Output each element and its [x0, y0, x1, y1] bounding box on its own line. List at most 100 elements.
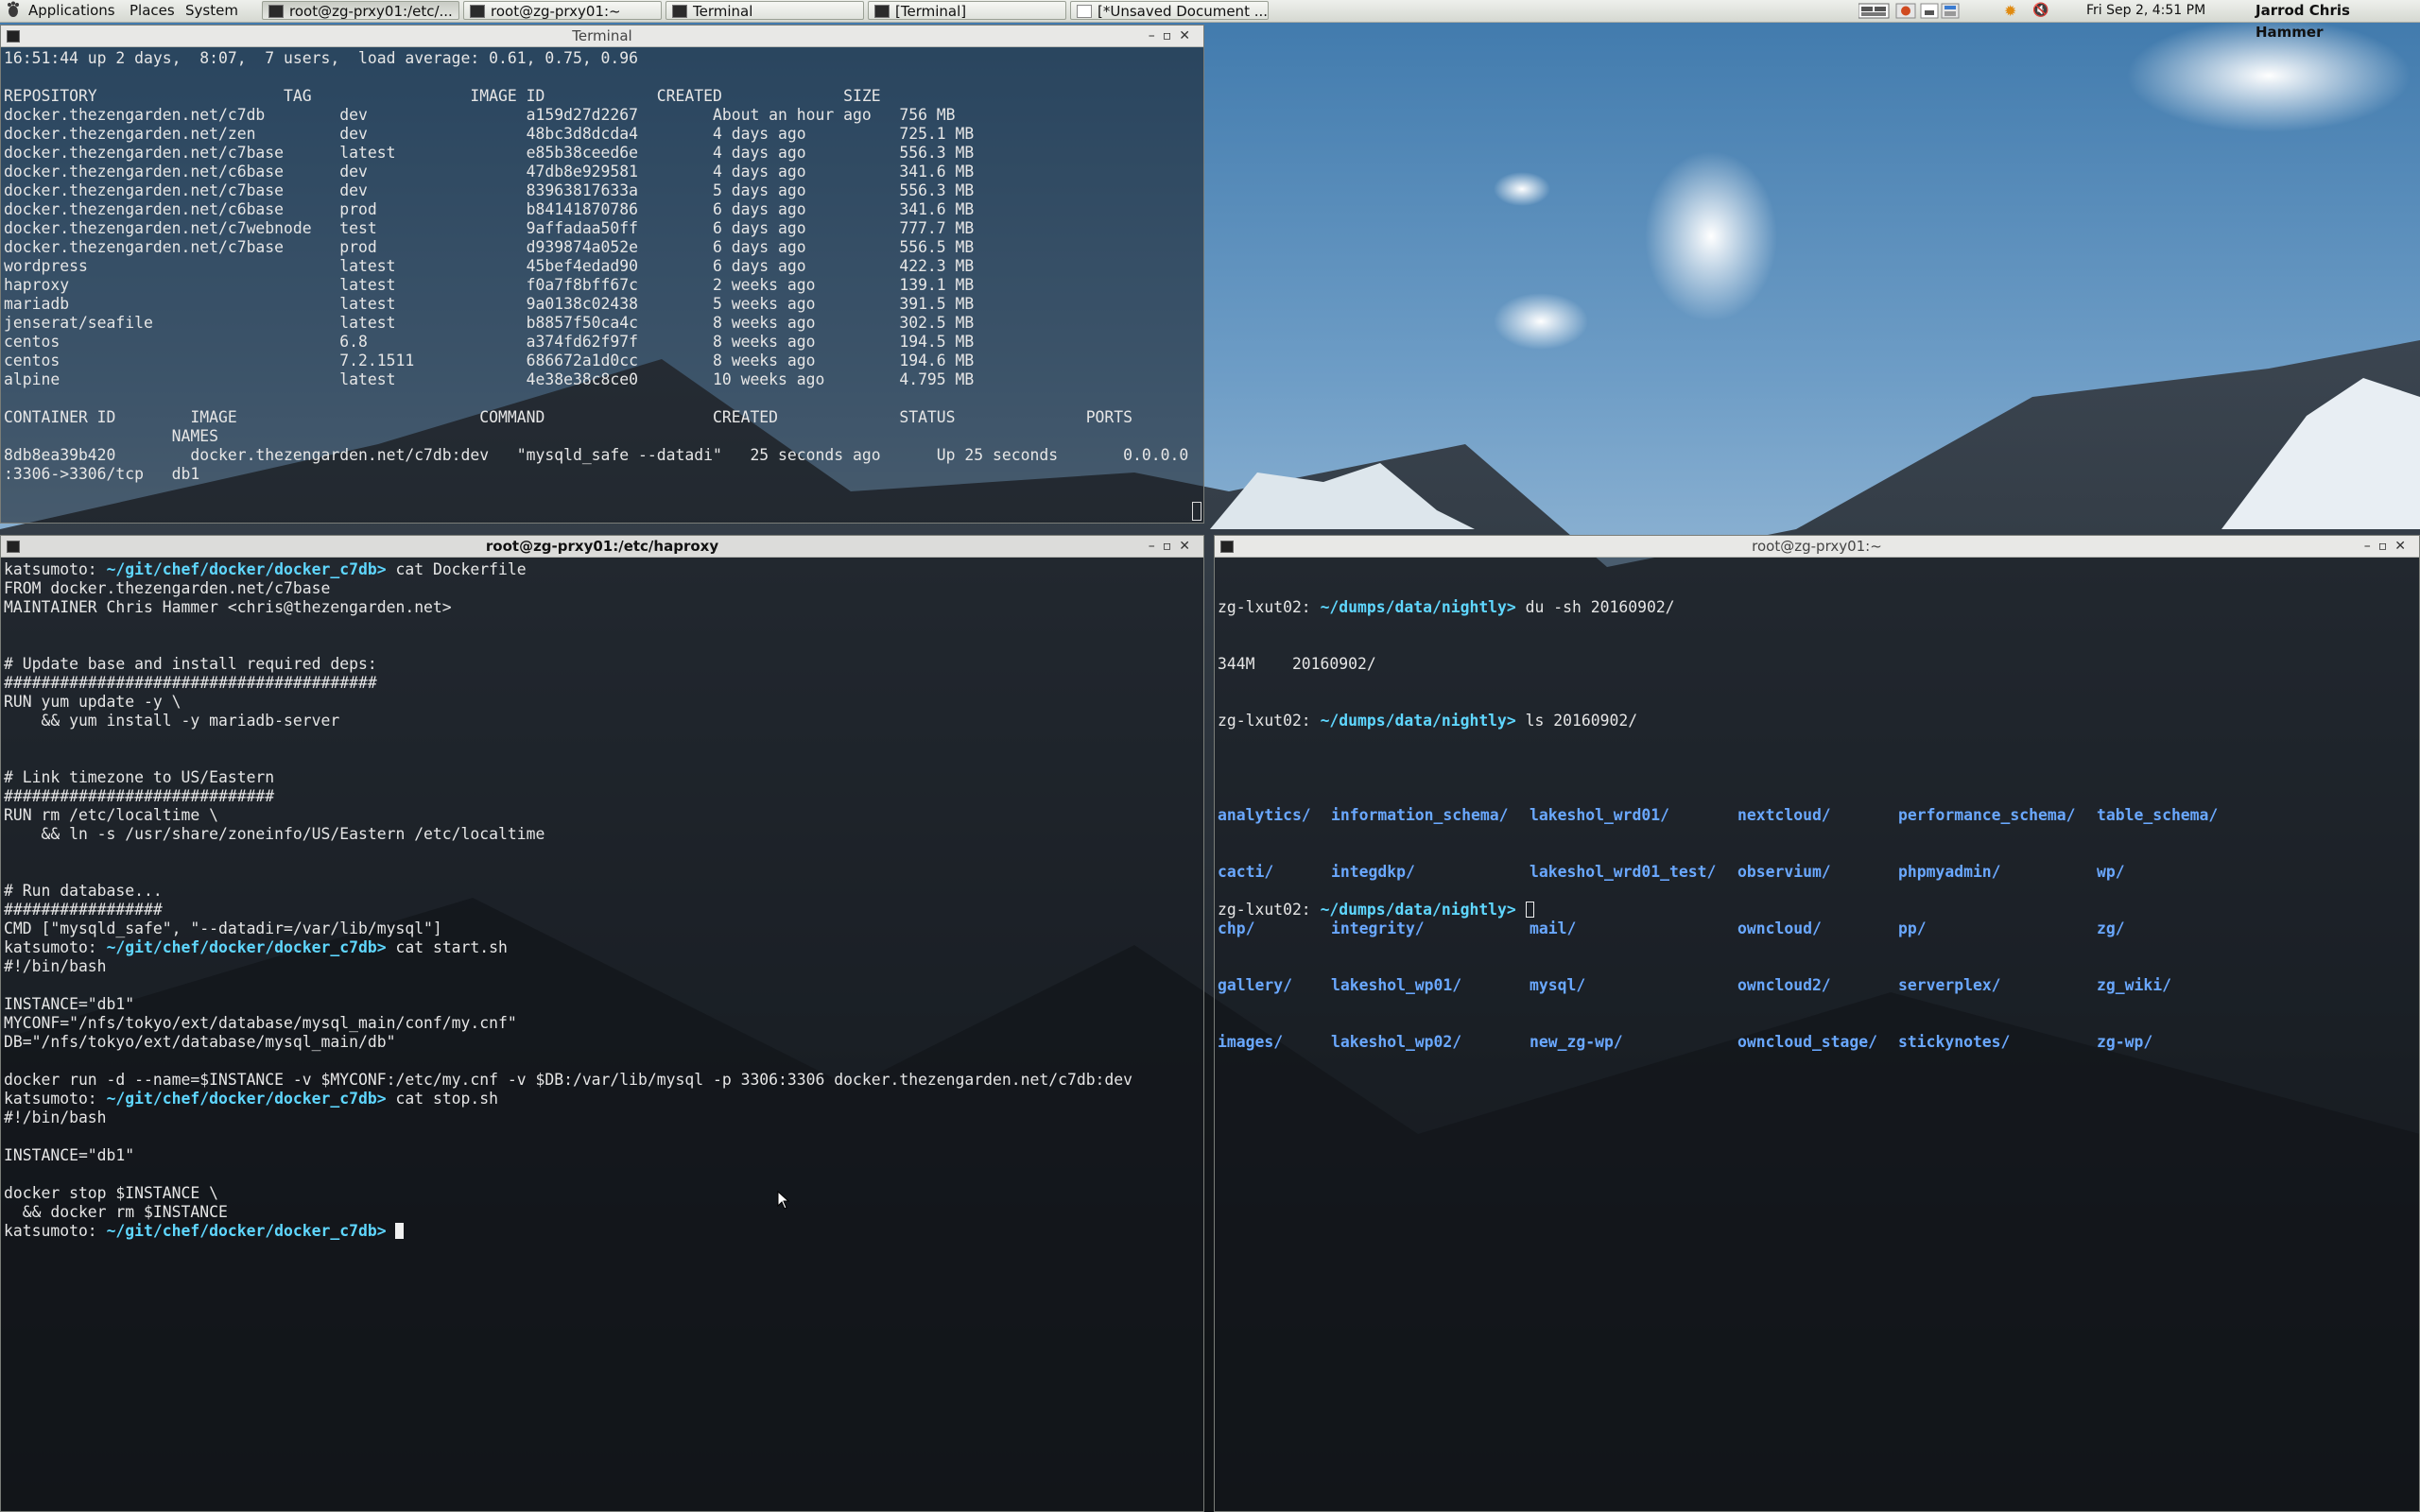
taskbar-item[interactable]: root@zg-prxy01:~: [463, 1, 662, 20]
output-line: docker.thezengarden.net/c7base prod d939…: [4, 238, 975, 256]
directory-entry[interactable]: table_schema/: [2097, 806, 2218, 825]
command-text: du -sh 20160902/: [1515, 598, 1675, 616]
directory-entry[interactable]: images/: [1218, 1033, 1311, 1052]
prompt-path: ~/dumps/data/nightly>: [1320, 598, 1516, 616]
directory-entry[interactable]: nextcloud/: [1737, 806, 1877, 825]
directory-entry[interactable]: lakeshol_wp02/: [1331, 1033, 1509, 1052]
taskbar-item[interactable]: Terminal: [666, 1, 864, 20]
directory-entry[interactable]: zg-wp/: [2097, 1033, 2218, 1052]
window-titlebar[interactable]: root@zg-prxy01:/etc/haproxy –▫✕: [1, 536, 1203, 558]
prompt-path: ~/dumps/data/nightly>: [1320, 712, 1516, 730]
directory-entry[interactable]: performance_schema/: [1898, 806, 2076, 825]
output-line: MYCONF="/nfs/tokyo/ext/database/mysql_ma…: [4, 1014, 517, 1032]
prompt-user: katsumoto:: [4, 1222, 97, 1240]
directory-entry[interactable]: zg/: [2097, 919, 2218, 938]
directory-entry[interactable]: mysql/: [1530, 976, 1716, 995]
volume-muted-icon[interactable]: 🔇: [2032, 3, 2048, 19]
user-switcher[interactable]: Jarrod Chris Hammer: [2256, 0, 2420, 41]
output-line: CONTAINER ID IMAGE COMMAND CREATED STATU…: [4, 408, 1133, 426]
directory-entry[interactable]: lakeshol_wp01/: [1331, 976, 1509, 995]
directory-entry[interactable]: serverplex/: [1898, 976, 2076, 995]
window-title: root@zg-prxy01:~: [1752, 538, 1882, 555]
output-line: #!/bin/bash: [4, 957, 107, 975]
menu-applications[interactable]: Applications: [28, 0, 115, 22]
top-panel: Applications Places System root@zg-prxy0…: [0, 0, 2420, 41]
command-text: cat start.sh: [386, 938, 508, 956]
output-line: :3306->3306/tcp db1: [4, 465, 200, 483]
output-line: && ln -s /usr/share/zoneinfo/US/Eastern …: [4, 825, 545, 843]
workspace-switcher[interactable]: [1858, 3, 1962, 19]
directory-entry[interactable]: analytics/: [1218, 806, 1311, 825]
prompt-host: zg-lxut02:: [1218, 598, 1311, 616]
output-line: MAINTAINER Chris Hammer <chris@thezengar…: [4, 598, 452, 616]
directory-entry[interactable]: chp/: [1218, 919, 1311, 938]
taskbar-item[interactable]: root@zg-prxy01:/etc/...: [262, 1, 459, 20]
directory-entry[interactable]: new_zg-wp/: [1530, 1033, 1716, 1052]
directory-entry[interactable]: lakeshol_wrd01_test/: [1530, 863, 1716, 882]
gnome-foot-icon[interactable]: [6, 0, 21, 22]
directory-entry[interactable]: phpmyadmin/: [1898, 863, 2076, 882]
output-line: INSTANCE="db1": [4, 1146, 135, 1164]
prompt-line: katsumoto: ~/git/chef/docker/docker_c7db…: [4, 1090, 1203, 1108]
directory-entry[interactable]: cacti/: [1218, 863, 1311, 882]
output-line: #################: [4, 901, 163, 919]
output-line: centos 7.2.1511 686672a1d0cc 8 weeks ago…: [4, 352, 975, 369]
terminal-output[interactable]: 16:51:44 up 2 days, 8:07, 7 users, load …: [1, 47, 1203, 523]
terminal-window-top: Terminal –▫✕ 16:51:44 up 2 days, 8:07, 7…: [0, 25, 1204, 524]
directory-entry[interactable]: owncloud_stage/: [1737, 1033, 1877, 1052]
directory-entry[interactable]: integrity/: [1331, 919, 1509, 938]
output-line: INSTANCE="db1": [4, 995, 135, 1013]
window-controls[interactable]: –▫✕: [1149, 26, 1198, 46]
directory-entry[interactable]: owncloud2/: [1737, 976, 1877, 995]
directory-entry[interactable]: lakeshol_wrd01/: [1530, 806, 1716, 825]
taskbar-item[interactable]: [Terminal]: [868, 1, 1066, 20]
output-line: # Link timezone to US/Eastern: [4, 768, 275, 786]
window-title: root@zg-prxy01:/etc/haproxy: [485, 538, 719, 555]
directory-entry[interactable]: integdkp/: [1331, 863, 1509, 882]
terminal-output[interactable]: zg-lxut02: ~/dumps/data/nightly> du -sh …: [1215, 558, 2419, 1511]
directory-entry[interactable]: gallery/: [1218, 976, 1311, 995]
window-controls[interactable]: –▫✕: [1149, 536, 1198, 557]
directory-entry[interactable]: wp/: [2097, 863, 2218, 882]
menu-places[interactable]: Places: [130, 0, 175, 22]
output-line: haproxy latest f0a7f8bff67c 2 weeks ago …: [4, 276, 975, 294]
output-line: 8db8ea39b420 docker.thezengarden.net/c7d…: [4, 446, 1189, 464]
output-line: docker.thezengarden.net/c7base dev 83963…: [4, 181, 975, 199]
terminal-cursor: [395, 1223, 405, 1239]
window-titlebar[interactable]: root@zg-prxy01:~ –▫✕: [1215, 536, 2419, 558]
output-line: # Run database...: [4, 882, 163, 900]
clock[interactable]: Fri Sep 2, 4:51 PM: [2086, 0, 2205, 22]
output-line: alpine latest 4e38e38c8ce0 10 weeks ago …: [4, 370, 975, 388]
taskbar-item[interactable]: [*Unsaved Document ...: [1070, 1, 1269, 20]
window-titlebar[interactable]: Terminal –▫✕: [1, 26, 1203, 47]
terminal-icon: [7, 30, 20, 43]
directory-entry[interactable]: owncloud/: [1737, 919, 1877, 938]
prompt-user: katsumoto:: [4, 1090, 97, 1108]
output-line: wordpress latest 45bef4edad90 6 days ago…: [4, 257, 975, 275]
directory-entry[interactable]: mail/: [1530, 919, 1716, 938]
terminal-cursor: [1192, 502, 1201, 521]
directory-entry[interactable]: stickynotes/: [1898, 1033, 2076, 1052]
mouse-pointer-icon: [777, 1191, 790, 1210]
window-title: Terminal: [572, 27, 632, 44]
menu-system[interactable]: System: [185, 0, 238, 22]
directory-entry[interactable]: observium/: [1737, 863, 1877, 882]
directory-entry[interactable]: information_schema/: [1331, 806, 1509, 825]
output-line: # Update base and install required deps:: [4, 655, 377, 673]
terminal-icon: [7, 541, 20, 553]
window-controls[interactable]: –▫✕: [2364, 536, 2413, 557]
directory-entry[interactable]: zg_wiki/: [2097, 976, 2218, 995]
output-line: 16:51:44 up 2 days, 8:07, 7 users, load …: [4, 49, 639, 67]
output-line: FROM docker.thezengarden.net/c7base: [4, 579, 331, 597]
prompt-path: ~/git/chef/docker/docker_c7db>: [106, 560, 387, 578]
directory-entry[interactable]: pp/: [1898, 919, 2076, 938]
command-text: cat stop.sh: [386, 1090, 499, 1108]
update-notifier-icon[interactable]: ✹: [2004, 3, 2016, 19]
terminal-output[interactable]: katsumoto: ~/git/chef/docker/docker_c7db…: [1, 558, 1203, 1511]
